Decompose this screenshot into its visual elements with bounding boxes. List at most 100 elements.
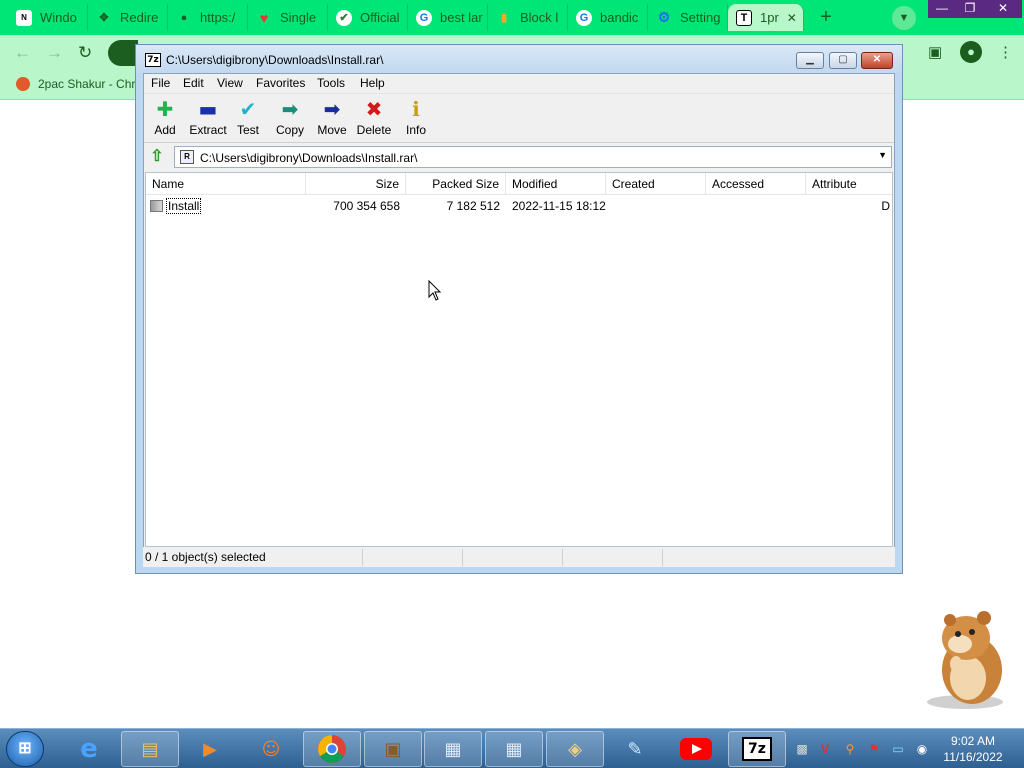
row-name-cell: Install — [146, 196, 306, 216]
chrome-icon[interactable] — [303, 731, 361, 767]
tab-favicon-icon: G — [416, 9, 432, 26]
path-text: C:\Users\digibrony\Downloads\Install.rar… — [200, 151, 418, 165]
sevenzip-app-icon: 7z — [145, 53, 161, 67]
tray-display-icon[interactable]: ▭ — [890, 741, 906, 757]
menu-file[interactable]: File — [151, 76, 170, 90]
path-combobox[interactable]: R C:\Users\digibrony\Downloads\Install.r… — [174, 146, 892, 168]
tab-favicon-icon: ▮ — [500, 12, 508, 24]
new-tab-button[interactable]: + — [814, 6, 838, 30]
browser-tab[interactable]: Gbest lar — [408, 4, 488, 31]
browser-tab[interactable]: ♥ Single — [248, 4, 328, 31]
column-packed-size[interactable]: Packed Size — [406, 173, 506, 195]
path-bar: ⇧ R C:\Users\digibrony\Downloads\Install… — [144, 145, 894, 171]
tray-network-icon[interactable]: ▩ — [794, 741, 810, 757]
menu-view[interactable]: View — [217, 76, 243, 90]
window-titlebar[interactable]: 7z C:\Users\digibrony\Downloads\Install.… — [136, 45, 902, 73]
sevenzip-client: File Edit View Favorites Tools Help ✚ Ad… — [143, 73, 895, 567]
tab-search-icon[interactable]: ▼ — [892, 6, 916, 30]
tab-title: bandic — [600, 10, 639, 25]
browser-tab-strip: N Windo ✥ Redire ● https:/ ♥ Single ✔ Officia… — [0, 0, 1024, 35]
restore-icon[interactable]: ❐ — [956, 0, 984, 18]
start-button[interactable]: ⊞ — [6, 731, 44, 767]
browser-tab[interactable]: N Windo — [8, 4, 88, 31]
test-button[interactable]: ✔ Test — [225, 97, 271, 141]
row-attributes: D — [881, 199, 890, 213]
status-segment — [563, 549, 663, 566]
media-player-icon[interactable]: ▶ — [181, 731, 239, 767]
menu-favorites[interactable]: Favorites — [256, 76, 305, 90]
window-close-button[interactable]: ✕ — [861, 52, 893, 69]
minimize-icon[interactable]: — — [928, 0, 956, 18]
tray-flag-icon[interactable]: ⚑ — [866, 741, 882, 757]
tray-volume-icon[interactable]: ◉ — [914, 741, 930, 757]
side-panel-icon[interactable]: ▣ — [928, 43, 942, 61]
add-button[interactable]: ✚ Add — [142, 97, 188, 141]
browser-tab[interactable]: ▮ Block l — [488, 4, 568, 31]
menu-edit[interactable]: Edit — [183, 76, 204, 90]
tray-search-icon[interactable]: ⚲ — [842, 741, 858, 757]
forward-icon[interactable]: → — [46, 43, 63, 63]
add-icon: ✚ — [156, 97, 174, 121]
window-minimize-button[interactable]: ▁ — [796, 52, 824, 69]
browser-tab[interactable]: ✔ Official — [328, 4, 408, 31]
address-bar[interactable] — [108, 40, 138, 66]
window-title: C:\Users\digibrony\Downloads\Install.rar… — [166, 53, 384, 67]
info-icon: ℹ — [412, 97, 420, 121]
row-size: 700 354 658 — [333, 199, 400, 213]
column-name[interactable]: Name — [146, 173, 306, 195]
notepad-icon[interactable]: ✎ — [606, 731, 664, 767]
bookmark-item[interactable]: 2pac Shakur - Chro — [16, 77, 142, 91]
bonzi-box-icon[interactable]: ▣ — [364, 731, 422, 767]
window-maximize-button[interactable]: ▢ — [829, 52, 857, 69]
column-modified[interactable]: Modified — [506, 173, 606, 195]
sevenzip-logo-icon: 7z — [742, 737, 772, 761]
move-button[interactable]: ➡ Move — [309, 97, 355, 141]
youtube-icon[interactable] — [667, 731, 725, 767]
close-icon[interactable]: ✕ — [984, 0, 1022, 18]
reload-icon[interactable]: ↻ — [78, 43, 92, 63]
more-menu-icon[interactable]: ⋮ — [998, 43, 1013, 61]
menu-help[interactable]: Help — [360, 76, 385, 90]
table-row[interactable]: Install 700 354 658 7 182 512 2022-11-15… — [146, 196, 892, 216]
sevenzip-taskbar-icon[interactable]: 7z — [728, 731, 786, 767]
file-list-header: Name Size Packed Size Modified Created A… — [146, 173, 892, 195]
file-list: Name Size Packed Size Modified Created A… — [145, 172, 893, 547]
info-button[interactable]: ℹ Info — [393, 97, 439, 141]
taskbar: ⊞ e ▤ ▶ ☺ ▣ ▦ ▦ ◈ ✎ 7z ▩ V ⚲ ⚑ ▭ ◉ 9:02 … — [0, 728, 1024, 768]
browser-tab[interactable]: ● https:/ — [168, 4, 248, 31]
test-icon: ✔ — [239, 97, 257, 121]
copy-button[interactable]: ➡ Copy — [267, 97, 313, 141]
browser-tab[interactable]: Gbandic — [568, 4, 648, 31]
browser-tab-active[interactable]: T 1pr ✕ — [728, 4, 804, 31]
chevron-down-icon[interactable]: ▼ — [878, 150, 887, 160]
tab-favicon-icon: ● — [180, 11, 188, 24]
taskbar-clock[interactable]: 9:02 AM 11/16/2022 — [930, 733, 1016, 765]
copy-label: Copy — [275, 123, 304, 137]
file-explorer-icon[interactable]: ▤ — [121, 731, 179, 767]
browser-tab[interactable]: ⚙ Setting — [648, 4, 728, 31]
menu-bar: File Edit View Favorites Tools Help — [144, 74, 894, 93]
column-size[interactable]: Size — [306, 173, 406, 195]
tab-title: Setting — [680, 10, 721, 25]
internet-explorer-icon[interactable]: e — [60, 731, 118, 767]
delete-button[interactable]: ✖ Delete — [351, 97, 397, 141]
profile-avatar-icon[interactable]: ● — [960, 41, 982, 63]
menu-tools[interactable]: Tools — [317, 76, 345, 90]
browser-tab[interactable]: ✥ Redire — [88, 4, 168, 31]
folder-up-icon[interactable]: ⇧ — [146, 147, 168, 169]
column-attributes[interactable]: Attribute — [806, 173, 892, 195]
back-icon[interactable]: ← — [14, 43, 31, 63]
sevenzip-toolbar: ✚ Add ▬ Extract ✔ Test ➡ Copy ➡ Move ✖ D… — [144, 93, 894, 143]
uc-browser-icon[interactable]: ☺ — [242, 731, 300, 767]
tray-v-icon[interactable]: V — [817, 741, 833, 757]
column-created[interactable]: Created — [606, 173, 706, 195]
status-segment — [363, 549, 463, 566]
window-app-icon[interactable]: ▦ — [424, 731, 482, 767]
window-app-icon[interactable]: ▦ — [485, 731, 543, 767]
tab-title: best lar — [440, 10, 483, 25]
tab-close-icon[interactable]: ✕ — [787, 11, 797, 25]
game-app-icon[interactable]: ◈ — [546, 731, 604, 767]
youtube-logo-icon — [680, 738, 712, 760]
column-accessed[interactable]: Accessed — [706, 173, 806, 195]
row-name: Install — [166, 198, 202, 214]
